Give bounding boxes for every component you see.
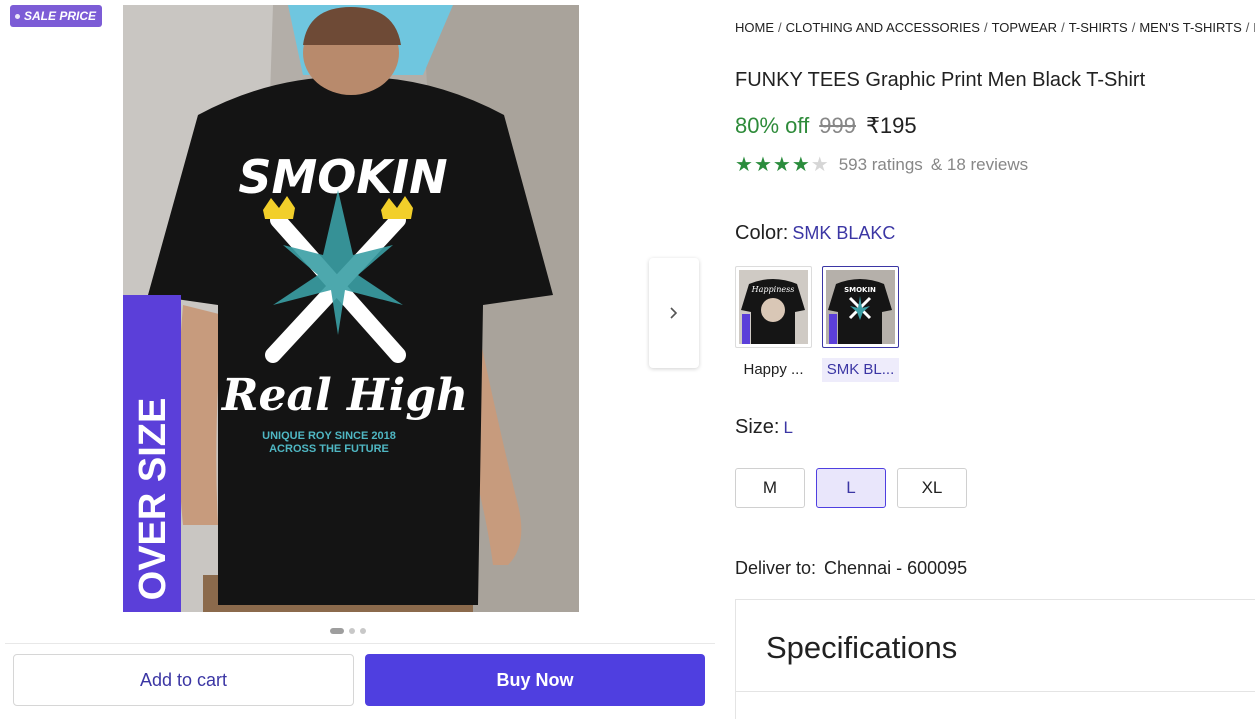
color-option-smk-black[interactable]: SMOKIN (822, 266, 899, 348)
color-label: Color: (735, 222, 789, 244)
star-icon: ★ (753, 154, 772, 176)
tshirt-photo: SMOKIN Real High UNIQUE ROY SINCE 2018 A… (123, 5, 579, 612)
size-option-m[interactable]: M (735, 468, 805, 508)
breadcrumb-separator: / (1245, 20, 1250, 35)
size-option-l[interactable]: L (816, 468, 886, 508)
swatch-print-text: Happiness (751, 285, 795, 294)
breadcrumb-link[interactable]: T-SHIRTS (1069, 20, 1128, 35)
star-icon: ★ (772, 154, 791, 176)
product-title: FUNKY TEES Graphic Print Men Black T-Shi… (735, 69, 1146, 91)
rating-row: ★ ★ ★ ★ ★ 593 ratings & 18 reviews (735, 155, 1028, 175)
divider (736, 691, 1255, 692)
print-line-1: UNIQUE ROY SINCE 2018 (262, 430, 396, 442)
chevron-right-icon (670, 307, 678, 319)
sale-price-badge: SALE PRICE (10, 5, 103, 27)
star-rating: ★ ★ ★ ★ ★ (735, 155, 829, 175)
size-selector-label: Size: L (735, 416, 793, 439)
print-line-2: ACROSS THE FUTURE (269, 443, 389, 455)
reviews-count[interactable]: & 18 reviews (931, 155, 1028, 175)
pagination-dot[interactable] (360, 628, 366, 634)
product-gallery: SMOKIN Real High UNIQUE ROY SINCE 2018 A… (0, 0, 715, 708)
buy-now-button[interactable]: Buy Now (365, 654, 705, 706)
color-option-label[interactable]: SMK BL... (822, 358, 899, 382)
breadcrumb-link[interactable]: TOPWEAR (992, 20, 1058, 35)
pagination-dot[interactable] (330, 628, 344, 634)
print-script: Real High (220, 370, 468, 421)
pagination-dot[interactable] (349, 628, 355, 634)
breadcrumb-link[interactable]: HOME (735, 20, 774, 35)
discount-percent: 80% off (735, 113, 810, 138)
delivery-location[interactable]: Deliver to: Chennai - 600095 (735, 558, 967, 579)
color-swatch-thumbnail: SMOKIN (826, 270, 895, 344)
selected-color-value: SMK BLAKC (792, 223, 896, 243)
size-option-xl[interactable]: XL (897, 468, 967, 508)
oversize-banner-text: OVER SIZE (132, 398, 174, 601)
star-icon: ★ (735, 154, 753, 176)
product-image[interactable]: SMOKIN Real High UNIQUE ROY SINCE 2018 A… (123, 5, 579, 612)
original-price: 999 (819, 113, 856, 138)
badge-dot-icon (15, 13, 20, 19)
deliver-to-label: Deliver to: (735, 558, 817, 578)
next-image-button[interactable] (649, 258, 699, 368)
breadcrumb-link[interactable]: MEN'S T-SHIRTS (1139, 20, 1241, 35)
star-icon: ★ (791, 154, 810, 176)
breadcrumb-separator: / (1061, 20, 1065, 35)
ratings-count[interactable]: 593 ratings (839, 155, 923, 175)
price-row: 80% off 999 ₹195 (735, 113, 917, 139)
divider (5, 643, 715, 644)
breadcrumb-separator: / (983, 20, 988, 35)
swatch-print-text: SMOKIN (844, 286, 876, 294)
star-icon: ★ (810, 154, 829, 176)
delivery-location-value: Chennai - 600095 (824, 558, 968, 578)
selling-price: ₹195 (865, 113, 917, 138)
color-swatch-thumbnail: Happiness (739, 270, 808, 344)
specifications-section: Specifications (735, 599, 1255, 719)
breadcrumb-separator: / (778, 20, 782, 35)
breadcrumb-separator: / (1131, 20, 1136, 35)
color-option-happy[interactable]: Happiness (735, 266, 812, 348)
color-option-label[interactable]: Happy ... (735, 358, 812, 382)
color-selector-label: Color: SMK BLAKC (735, 222, 895, 245)
sale-price-badge-label: SALE PRICE (24, 9, 97, 23)
breadcrumb: HOME / CLOTHING AND ACCESSORIES / TOPWEAR / T-… (735, 20, 1255, 35)
selected-size-value: L (783, 418, 793, 437)
size-label: Size: (735, 416, 780, 438)
breadcrumb-link[interactable]: CLOTHING AND ACCESSORIES (786, 20, 980, 35)
image-pagination-dots (330, 628, 366, 634)
add-to-cart-button[interactable]: Add to cart (13, 654, 354, 706)
specifications-title: Specifications (766, 630, 958, 665)
print-title: SMOKIN (238, 150, 447, 204)
